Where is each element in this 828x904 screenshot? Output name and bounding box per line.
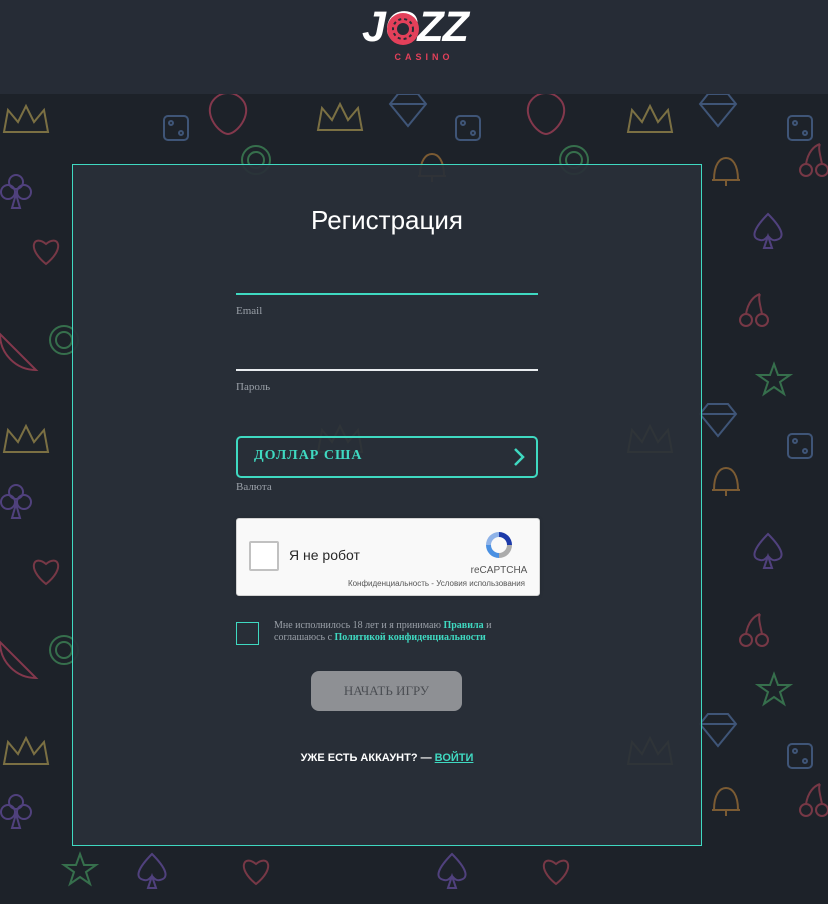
have-account-text: УЖЕ ЕСТЬ АККАУНТ? — [300, 752, 435, 764]
currency-label: Валюта [236, 481, 272, 493]
recaptcha-checkbox[interactable] [249, 541, 279, 571]
logo-subtitle: CASINO [394, 52, 454, 62]
login-prompt: УЖЕ ЕСТЬ АККАУНТ? — ВОЙТИ [73, 752, 701, 764]
casino-chip-icon [387, 13, 419, 45]
registration-panel: Регистрация Email Пароль ДОЛЛАР США Валю… [72, 164, 702, 846]
agreement-text-part1: Мне исполнилось 18 лет и я принимаю [274, 620, 444, 631]
currency-select[interactable]: ДОЛЛАР США [236, 436, 538, 478]
logo-wordmark: JOZZ [362, 4, 482, 50]
recaptcha-icon [486, 532, 512, 558]
password-field[interactable]: Пароль [236, 369, 538, 393]
email-input-underline[interactable] [236, 293, 538, 295]
login-link[interactable]: ВОЙТИ [435, 752, 474, 764]
recaptcha-brand: reCAPTCHA [470, 565, 528, 576]
currency-value: ДОЛЛАР США [254, 448, 363, 463]
recaptcha-widget: Я не робот reCAPTCHA Конфиденциальность … [236, 518, 540, 596]
agree-checkbox[interactable] [236, 622, 259, 645]
password-input-underline[interactable] [236, 369, 538, 371]
email-field[interactable]: Email [236, 293, 538, 317]
chevron-right-icon [514, 448, 525, 466]
agreement-text: Мне исполнилось 18 лет и я принимаю Прав… [274, 620, 538, 644]
recaptcha-links[interactable]: Конфиденциальность - Условия использован… [348, 579, 525, 588]
privacy-policy-link[interactable]: Политикой конфиденциальности [335, 632, 486, 643]
header: JOZZ CASINO [0, 0, 828, 94]
start-game-button[interactable]: НАЧАТЬ ИГРУ [311, 671, 462, 711]
page-title: Регистрация [311, 205, 463, 235]
recaptcha-label: Я не робот [289, 547, 360, 563]
rules-link[interactable]: Правила [443, 620, 483, 631]
email-label: Email [236, 305, 263, 317]
jozz-logo[interactable]: JOZZ CASINO [362, 4, 482, 66]
password-label: Пароль [236, 381, 271, 393]
